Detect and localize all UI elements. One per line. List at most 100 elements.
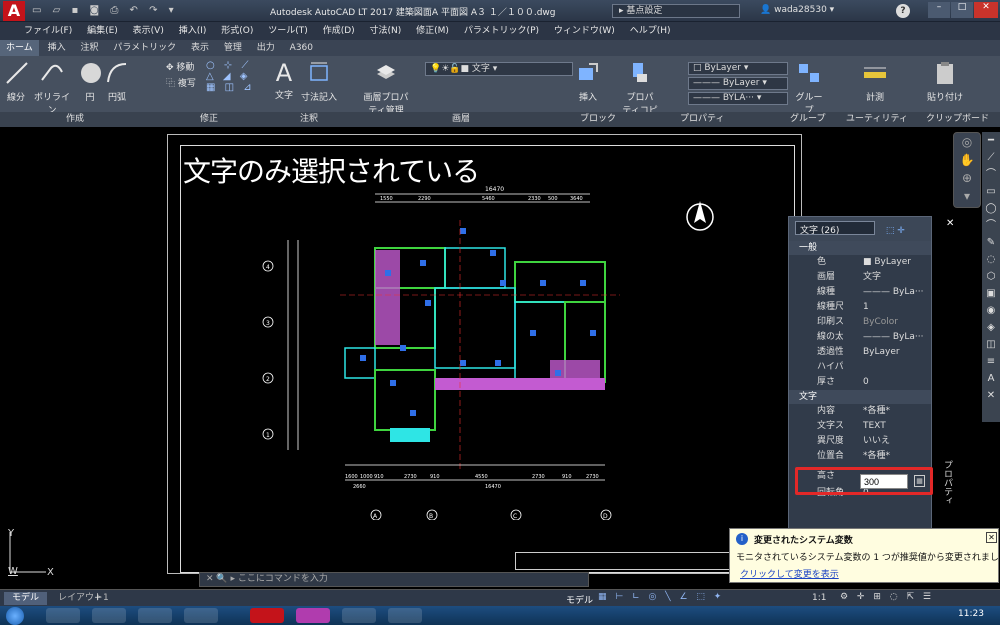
taskbar-media-icon[interactable] (46, 608, 80, 623)
panel-clipboard[interactable]: クリップボード (926, 112, 989, 127)
prop-row[interactable]: 厚さ 0 (789, 375, 931, 390)
tab-insert[interactable]: 挿入 (42, 40, 72, 56)
taskbar-chrome-icon[interactable] (184, 608, 218, 623)
app-logo[interactable]: A (3, 1, 25, 21)
panel-modify[interactable]: 修正 (200, 112, 218, 127)
properties-close-icon[interactable]: ✕ (946, 218, 954, 229)
prop-row[interactable]: 色 ■ ByLayer (789, 255, 931, 270)
menu-tools[interactable]: ツール(T) (268, 22, 308, 40)
menu-insert[interactable]: 挿入(I) (179, 22, 207, 40)
calculator-icon[interactable]: ▦ (914, 475, 925, 487)
group-button[interactable]: グループ (792, 60, 826, 116)
menu-window[interactable]: ウィンドウ(W) (554, 22, 615, 40)
category-general[interactable]: 一般 (789, 241, 931, 255)
menu-format[interactable]: 形式(O) (221, 22, 253, 40)
prop-row[interactable]: 透過性 ByLayer (789, 345, 931, 360)
annotation-scale[interactable]: 1:1 (812, 593, 826, 603)
prop-row[interactable]: 線種 ——— ByLa··· (789, 285, 931, 300)
category-text[interactable]: 文字 (789, 390, 931, 404)
tab-parametric[interactable]: パラメトリック (107, 40, 182, 56)
dimension-button[interactable]: 寸法記入 (300, 60, 338, 103)
taskbar-paint-icon[interactable] (342, 608, 376, 623)
prop-row[interactable]: 内容 *各種* (789, 404, 931, 419)
text-button[interactable]: A 文字 (270, 58, 298, 101)
add-layout-button[interactable]: + (94, 592, 102, 605)
taskbar-misc-icon[interactable] (388, 608, 422, 623)
tab-home[interactable]: ホーム (0, 40, 39, 56)
status-toggles[interactable]: ▦ ⊢ ∟ ◎ ╲ ∠ ⬚ ✦ (598, 592, 724, 602)
prop-row[interactable]: 線の太さ——— ByLa··· (789, 330, 931, 345)
prop-row[interactable]: 印刷スタ···ByColor (789, 315, 931, 330)
measure-button[interactable]: 計測 (860, 60, 890, 103)
selection-dropdown[interactable]: 文字 (26) (795, 221, 875, 236)
prop-row[interactable]: 位置合わせ*各種* (789, 449, 931, 464)
arc-button[interactable]: 円弧 (104, 60, 130, 103)
panel-properties[interactable]: プロパティ (680, 112, 724, 127)
search-box[interactable]: ▸ 基点設定 (612, 4, 740, 18)
prop-row[interactable]: 線種尺度1 (789, 300, 931, 315)
layer-properties-button[interactable]: 画層プロパティ管理 (360, 60, 412, 116)
taskbar-ie-icon[interactable] (92, 608, 126, 623)
insert-button[interactable]: 挿入 (574, 60, 602, 103)
color-dropdown[interactable]: □ ByLayer ▾ (688, 62, 788, 75)
panel-utilities[interactable]: ユーティリティ (846, 112, 908, 127)
status-tools[interactable]: ⚙ ✛ ⊞ ◌ ⇱ ☰ (840, 592, 934, 602)
start-button[interactable] (6, 607, 24, 625)
tab-view[interactable]: 表示 (185, 40, 215, 56)
menu-modify[interactable]: 修正(M) (416, 22, 449, 40)
prop-row[interactable]: ハイパー··· (789, 360, 931, 375)
taskbar-app-icon[interactable] (296, 608, 330, 623)
command-line[interactable]: ✕ 🔍 ▸ ここにコマンドを入力 (199, 572, 589, 587)
command-input[interactable]: ここにコマンドを入力 (238, 574, 328, 584)
system-clock[interactable]: 11:23 (958, 609, 984, 619)
menu-dimension[interactable]: 寸法(N) (370, 22, 402, 40)
copy-button[interactable]: ⿻ 複写 (166, 76, 206, 89)
select-objects-icon[interactable]: ⬚ ✛ (886, 226, 905, 236)
move-button[interactable]: ✥ 移動 (166, 60, 206, 73)
tab-annotate[interactable]: 注釈 (75, 40, 105, 56)
circle-button[interactable]: 円 (78, 60, 102, 103)
quick-access-toolbar[interactable]: ▭ ▱ ▪ ◙ ⎙ ↶ ↷ ▾ (32, 5, 202, 17)
taskbar: 11:23 (0, 606, 1000, 625)
polyline-button[interactable]: ポリライン (30, 60, 74, 116)
layout-tab-layout1[interactable]: レイアウト1 (52, 592, 115, 605)
line-button[interactable]: 線分 (4, 60, 28, 103)
height-input[interactable] (860, 474, 908, 489)
tab-a360[interactable]: A360 (284, 40, 319, 56)
panel-annotation[interactable]: 注釈 (300, 112, 318, 127)
maximize-button[interactable]: □ (951, 2, 973, 18)
prop-row[interactable]: 画層 文字 (789, 270, 931, 285)
tab-manage[interactable]: 管理 (218, 40, 248, 56)
tab-output[interactable]: 出力 (251, 40, 281, 56)
taskbar-explorer-icon[interactable] (138, 608, 172, 623)
panel-block[interactable]: ブロック (580, 112, 616, 127)
layer-dropdown[interactable]: 💡☀🔓■ 文字 ▾ (425, 62, 573, 76)
dim-bottom-total: 16470 (485, 484, 501, 490)
menu-edit[interactable]: 編集(E) (87, 22, 118, 40)
lineweight-dropdown[interactable]: ——— BYLA··· ▾ (688, 92, 788, 105)
linetype-dropdown[interactable]: ——— ByLayer ▾ (688, 77, 788, 90)
close-button[interactable]: ✕ (974, 2, 998, 18)
help-icon[interactable]: ? (896, 4, 910, 18)
user-name[interactable]: 👤 wada28530 ▾ (760, 5, 834, 15)
layout-tab-model[interactable]: モデル (4, 592, 48, 605)
navigation-bar[interactable]: ◎ ✋ ⊕ ▾ (953, 132, 981, 208)
panel-draw[interactable]: 作成 (66, 112, 84, 127)
menu-help[interactable]: ヘルプ(H) (630, 22, 671, 40)
menu-draw[interactable]: 作成(D) (323, 22, 355, 40)
menu-parametric[interactable]: パラメトリック(P) (464, 22, 539, 40)
panel-groups[interactable]: グループ (790, 112, 825, 127)
menu-file[interactable]: ファイル(F) (24, 22, 72, 40)
paste-button[interactable]: 貼り付け (925, 60, 965, 103)
panel-layers[interactable]: 画層 (452, 112, 470, 127)
prop-row[interactable]: 文字スタ···TEXT (789, 419, 931, 434)
notification-close-icon[interactable]: ✕ (986, 532, 997, 543)
minimize-button[interactable]: – (928, 2, 950, 18)
notification-link[interactable]: クリックして変更を表示 (740, 567, 839, 580)
prop-row[interactable]: 異尺度対応いいえ (789, 434, 931, 449)
taskbar-autocad-icon[interactable] (250, 608, 284, 623)
draw-toolbar[interactable]: ━ ⟋ ⌒ ▭ ◯ ⌒ ✎ ◌ ⬡ ▣ ◉ ◈ ◫ ≡ A ✕ (982, 132, 1000, 422)
modify-tools[interactable]: ○ ⊹ ⟋ △ ◢ ◈ ▦ ◫ ⊿ (206, 60, 266, 93)
menu-view[interactable]: 表示(V) (133, 22, 164, 40)
model-space-button[interactable]: モデル (566, 593, 593, 606)
